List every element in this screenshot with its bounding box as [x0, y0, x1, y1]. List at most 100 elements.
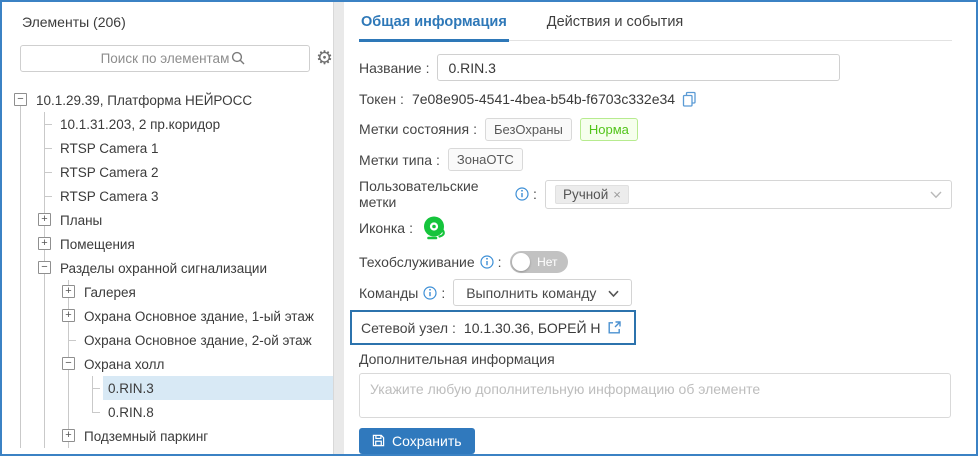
additional-info-label: Дополнительная информация — [359, 351, 952, 368]
tree-item-label: Охрана Основное здание, 1-ый этаж — [79, 304, 333, 328]
user-tag-chip: Ручной × — [555, 185, 629, 204]
alarm-bell-icon[interactable] — [421, 214, 450, 243]
execute-command-dropdown[interactable]: Выполнить команду — [453, 279, 632, 306]
save-button[interactable]: Сохранить — [359, 428, 475, 454]
tab-actions-events[interactable]: Действия и события — [545, 10, 685, 40]
tab-general-info[interactable]: Общая информация — [359, 10, 509, 42]
tree-item-label: Планы — [55, 208, 333, 232]
expand-toggle-icon[interactable]: + — [62, 309, 75, 322]
tree-item-label: RTSP Camera 1 — [55, 136, 333, 160]
expand-toggle-icon[interactable]: + — [38, 213, 51, 226]
tree-guide-line — [14, 184, 38, 208]
commands-label: Команды — [359, 285, 418, 301]
tree-indent: + — [14, 304, 79, 328]
tree-guide-line — [14, 400, 38, 424]
tree-item[interactable]: + Планы — [2, 208, 333, 232]
search-field-wrap — [20, 45, 310, 72]
external-link-icon[interactable] — [607, 320, 622, 335]
tree-item-label: Подземный паркинг — [79, 424, 333, 448]
tree-item[interactable]: + Охрана Основное здание, 1-ый этаж — [2, 304, 333, 328]
tree-indent — [14, 400, 103, 424]
tree-connector — [38, 112, 55, 136]
tree-item-label: 10.1.29.39, Платформа НЕЙРОСС — [31, 88, 333, 112]
expand-toggle-icon[interactable]: + — [62, 429, 75, 442]
tree-item[interactable]: + Помещения — [2, 232, 333, 256]
toggle-knob — [512, 253, 530, 271]
tree-item[interactable]: RTSP Camera 2 — [2, 160, 333, 184]
tree-guide-line — [38, 376, 62, 400]
tree-guide-line — [14, 328, 38, 352]
panel-divider[interactable] — [333, 2, 344, 454]
gear-icon[interactable]: ⚙ — [316, 49, 333, 68]
maintenance-toggle[interactable]: Нет — [510, 251, 568, 273]
maintenance-row: Техобслуживание : Нет — [359, 251, 952, 273]
token-label: Токен — [359, 91, 396, 107]
tree-item-label: RTSP Camera 2 — [55, 160, 333, 184]
collapse-toggle-icon[interactable]: − — [62, 357, 75, 370]
app-window: Элементы (206) ⚙ − 10.1.29.39, Платформа… — [0, 0, 978, 456]
tree-item[interactable]: RTSP Camera 1 — [2, 136, 333, 160]
tree-indent: + — [14, 280, 79, 304]
tree-item[interactable]: + Подземный паркинг — [2, 424, 333, 448]
tree-indent: + — [14, 232, 55, 256]
expand-toggle-icon[interactable]: + — [38, 237, 51, 250]
tree-connector — [38, 160, 55, 184]
commands-row: Команды : Выполнить команду — [359, 279, 952, 306]
tree-item-label: Помещения — [55, 232, 333, 256]
type-tags-label: Метки типа — [359, 152, 432, 168]
token-row: Токен : 7e08e905-4541-4bea-b54b-f6703c33… — [359, 90, 952, 108]
tree-item[interactable]: + Галерея — [2, 280, 333, 304]
tree-item-label: 10.1.31.203, 2 пр.коридор — [55, 112, 333, 136]
collapse-toggle-icon[interactable]: − — [38, 261, 51, 274]
tree-item-label: Охрана Основное здание, 2-ой этаж — [79, 328, 333, 352]
tree-guide-line — [38, 328, 62, 352]
tree-item[interactable]: 0.RIN.3 — [2, 376, 333, 400]
remove-tag-icon[interactable]: × — [613, 187, 621, 202]
tree-indent — [14, 184, 55, 208]
type-tags-row: Метки типа : ЗонаОТС — [359, 148, 952, 171]
tab-bar: Общая информация Действия и события — [359, 10, 952, 41]
tree-indent — [14, 328, 79, 352]
tree-item-label: 0.RIN.8 — [103, 400, 333, 424]
tree-item[interactable]: RTSP Camera 3 — [2, 184, 333, 208]
tree-guide-line — [14, 376, 38, 400]
search-input[interactable] — [20, 45, 310, 72]
name-input[interactable] — [437, 54, 840, 81]
tree-indent: − — [14, 88, 31, 112]
state-tags-row: Метки состояния : БезОхраны Норма — [359, 118, 952, 141]
tree-guide-line — [14, 112, 38, 136]
tree-guide-line — [62, 376, 86, 400]
tree-item[interactable]: − Охрана холл — [2, 352, 333, 376]
collapse-toggle-icon[interactable]: − — [14, 93, 27, 106]
status-badge: БезОхраны — [485, 118, 572, 141]
tree-expander-slot: + — [62, 424, 79, 448]
tree-item[interactable]: Охрана Основное здание, 2-ой этаж — [2, 328, 333, 352]
expand-toggle-icon[interactable]: + — [62, 285, 75, 298]
name-label: Название — [359, 60, 422, 76]
tree-item[interactable]: 0.RIN.8 — [2, 400, 333, 424]
user-tags-row: Пользовательские метки : Ручной × — [359, 178, 952, 210]
tree-item-label: RTSP Camera 3 — [55, 184, 333, 208]
network-node-label: Сетевой узел — [361, 320, 448, 336]
additional-info-textarea[interactable] — [359, 373, 951, 417]
tree-item[interactable]: − 10.1.29.39, Платформа НЕЙРОСС — [2, 88, 333, 112]
info-icon[interactable] — [515, 187, 529, 201]
info-icon[interactable] — [423, 286, 437, 300]
tree-guide-line — [38, 304, 62, 328]
tree-guide-line — [14, 352, 38, 376]
tree-item-label: 0.RIN.3 — [103, 376, 333, 400]
info-icon[interactable] — [480, 255, 494, 269]
tree-expander-slot: + — [38, 208, 55, 232]
save-icon — [372, 434, 385, 447]
search-row: ⚙ — [20, 45, 333, 72]
tree-item[interactable]: − Разделы охранной сигнализации — [2, 256, 333, 280]
tree-guide-line — [14, 136, 38, 160]
copy-icon[interactable] — [682, 91, 697, 107]
tree-guide-line — [14, 424, 38, 448]
tree-expander-slot: + — [38, 232, 55, 256]
tree-connector — [38, 136, 55, 160]
user-tags-select[interactable]: Ручной × — [545, 180, 952, 209]
tree-guide-line — [38, 424, 62, 448]
tree-item[interactable]: 10.1.31.203, 2 пр.коридор — [2, 112, 333, 136]
tree-guide-line — [38, 280, 62, 304]
